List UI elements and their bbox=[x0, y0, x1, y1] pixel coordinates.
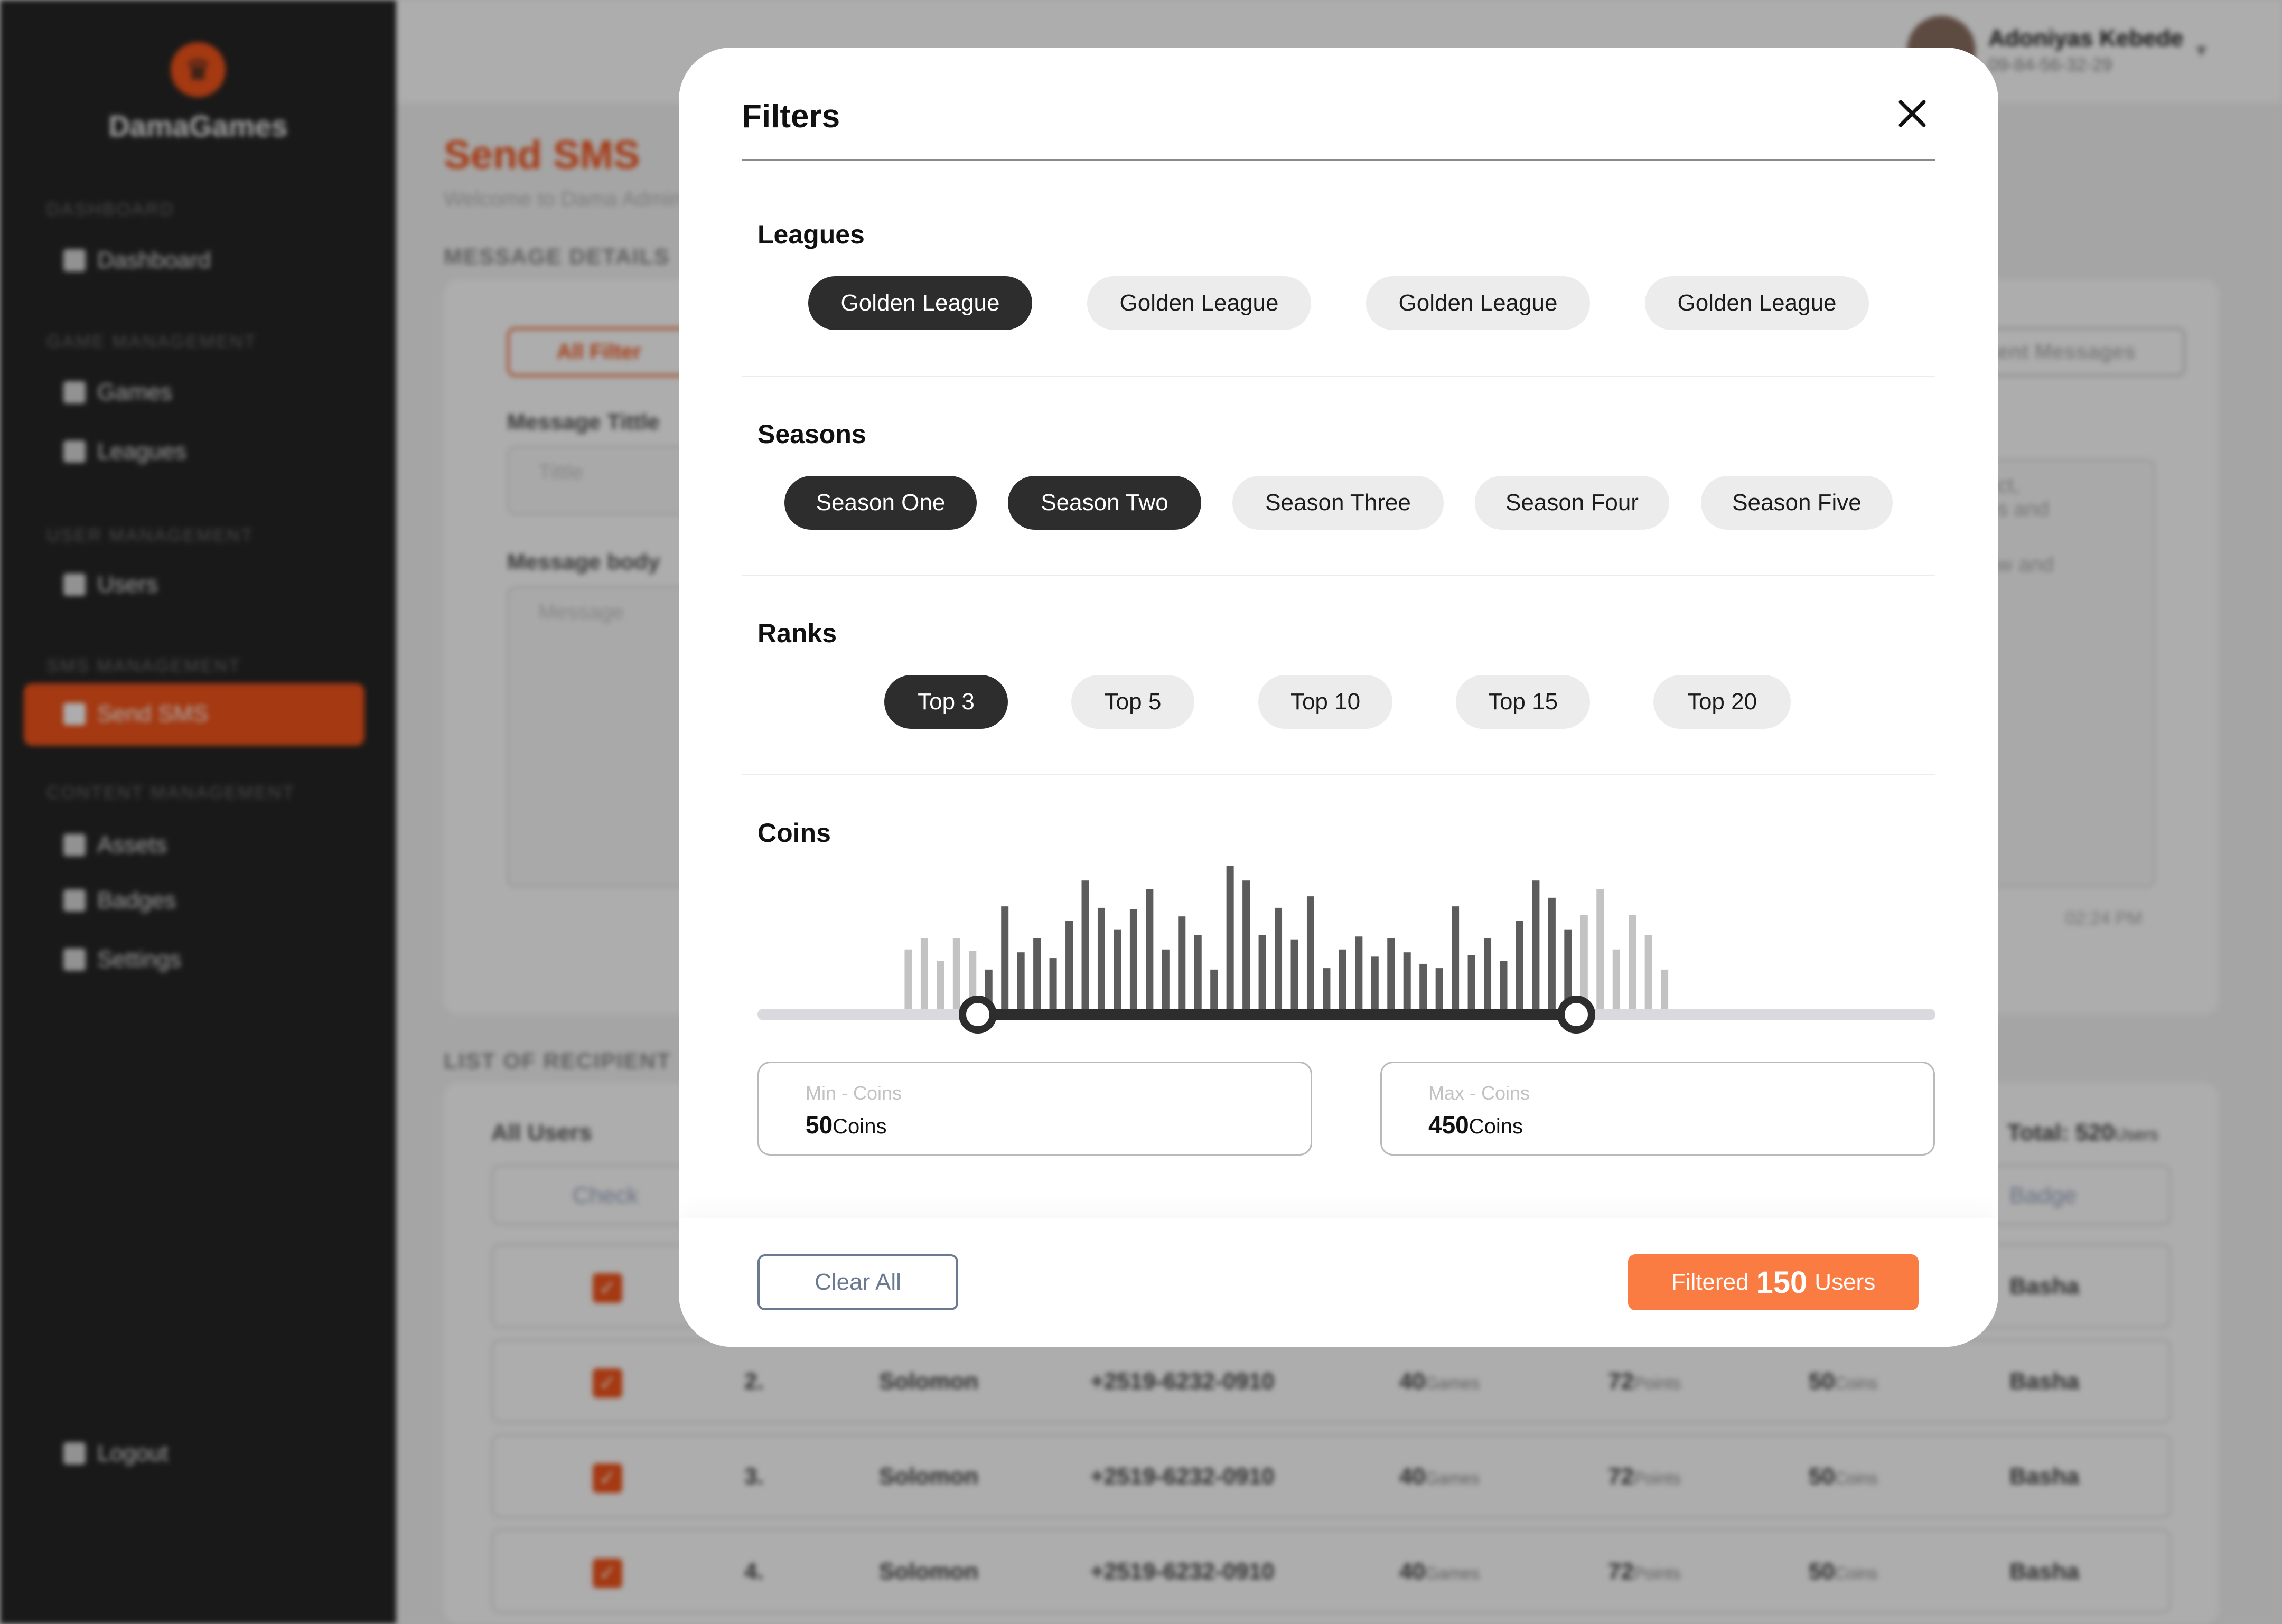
histogram-bar bbox=[1580, 915, 1588, 1010]
filters-modal: Filters Leagues Golden League Golden Lea… bbox=[679, 48, 1998, 1347]
histogram-bar bbox=[1452, 906, 1460, 1010]
histogram-bar bbox=[937, 961, 944, 1010]
histogram-bar bbox=[1661, 969, 1669, 1010]
histogram-bar bbox=[1323, 968, 1331, 1010]
histogram-bar bbox=[1596, 889, 1604, 1010]
histogram-bar bbox=[1097, 907, 1105, 1010]
histogram-bar bbox=[1146, 889, 1154, 1010]
histogram-bar bbox=[1484, 938, 1492, 1010]
filtered-users-button[interactable]: Filtered 150 Users bbox=[1628, 1254, 1919, 1310]
histogram-bar bbox=[1612, 949, 1620, 1010]
max-coins-handle[interactable] bbox=[1557, 996, 1595, 1034]
max-coins-unit: Coins bbox=[1469, 1115, 1523, 1138]
histogram-bar bbox=[1242, 880, 1250, 1010]
min-coins-value: 50 bbox=[806, 1111, 833, 1139]
histogram-bar bbox=[1017, 952, 1025, 1010]
coins-range-fill bbox=[978, 1009, 1576, 1020]
histogram-bar bbox=[1339, 949, 1346, 1010]
histogram-bar bbox=[1210, 969, 1218, 1010]
histogram-bar bbox=[1178, 916, 1186, 1010]
histogram-bar bbox=[1226, 866, 1234, 1010]
histogram-bar bbox=[1290, 939, 1298, 1010]
histogram-bar bbox=[1275, 907, 1283, 1010]
histogram-bar bbox=[1162, 949, 1170, 1010]
max-coins-value: 450 bbox=[1428, 1111, 1469, 1139]
histogram-bar bbox=[1629, 915, 1636, 1010]
histogram-bar bbox=[1049, 958, 1057, 1010]
histogram-bar bbox=[1419, 963, 1427, 1010]
min-coins-unit: Coins bbox=[833, 1115, 887, 1138]
histogram-bar bbox=[904, 949, 912, 1010]
histogram-bar bbox=[1114, 929, 1121, 1010]
histogram-bar bbox=[1033, 938, 1041, 1010]
histogram-bar bbox=[1500, 961, 1508, 1010]
histogram-bar bbox=[1387, 938, 1395, 1010]
histogram-bar bbox=[1516, 921, 1523, 1010]
histogram-bar bbox=[1129, 909, 1137, 1010]
max-coins-label: Max - Coins bbox=[1428, 1082, 1530, 1104]
histogram-bar bbox=[1532, 880, 1540, 1010]
filtered-count: 150 bbox=[1756, 1265, 1808, 1300]
histogram-bar bbox=[1467, 955, 1475, 1010]
histogram-bar bbox=[1644, 935, 1652, 1010]
max-coins-value-line: 450Coins bbox=[1428, 1111, 1887, 1139]
histogram-bar bbox=[952, 938, 960, 1010]
histogram-bar bbox=[1435, 968, 1443, 1010]
min-coins-value-line: 50Coins bbox=[806, 1111, 1264, 1139]
histogram-bar bbox=[1081, 880, 1089, 1010]
histogram-bar bbox=[1403, 952, 1411, 1010]
histogram-bar bbox=[1355, 936, 1363, 1010]
histogram-bar bbox=[1306, 896, 1314, 1010]
min-coins-handle[interactable] bbox=[959, 996, 997, 1034]
clear-all-button[interactable]: Clear All bbox=[757, 1254, 958, 1310]
histogram-bar bbox=[1065, 921, 1073, 1010]
histogram-bar bbox=[1548, 897, 1556, 1010]
min-coins-field[interactable]: Min - Coins 50Coins bbox=[757, 1062, 1312, 1156]
histogram-bar bbox=[1001, 906, 1009, 1010]
histogram-bar bbox=[1194, 935, 1202, 1010]
histogram-bar bbox=[1258, 935, 1266, 1010]
min-coins-label: Min - Coins bbox=[806, 1082, 902, 1104]
max-coins-field[interactable]: Max - Coins 450Coins bbox=[1380, 1062, 1935, 1156]
filtered-prefix: Filtered bbox=[1671, 1269, 1749, 1295]
histogram-bar bbox=[920, 938, 928, 1010]
histogram-bar bbox=[1371, 956, 1379, 1010]
filtered-suffix: Users bbox=[1815, 1269, 1876, 1295]
